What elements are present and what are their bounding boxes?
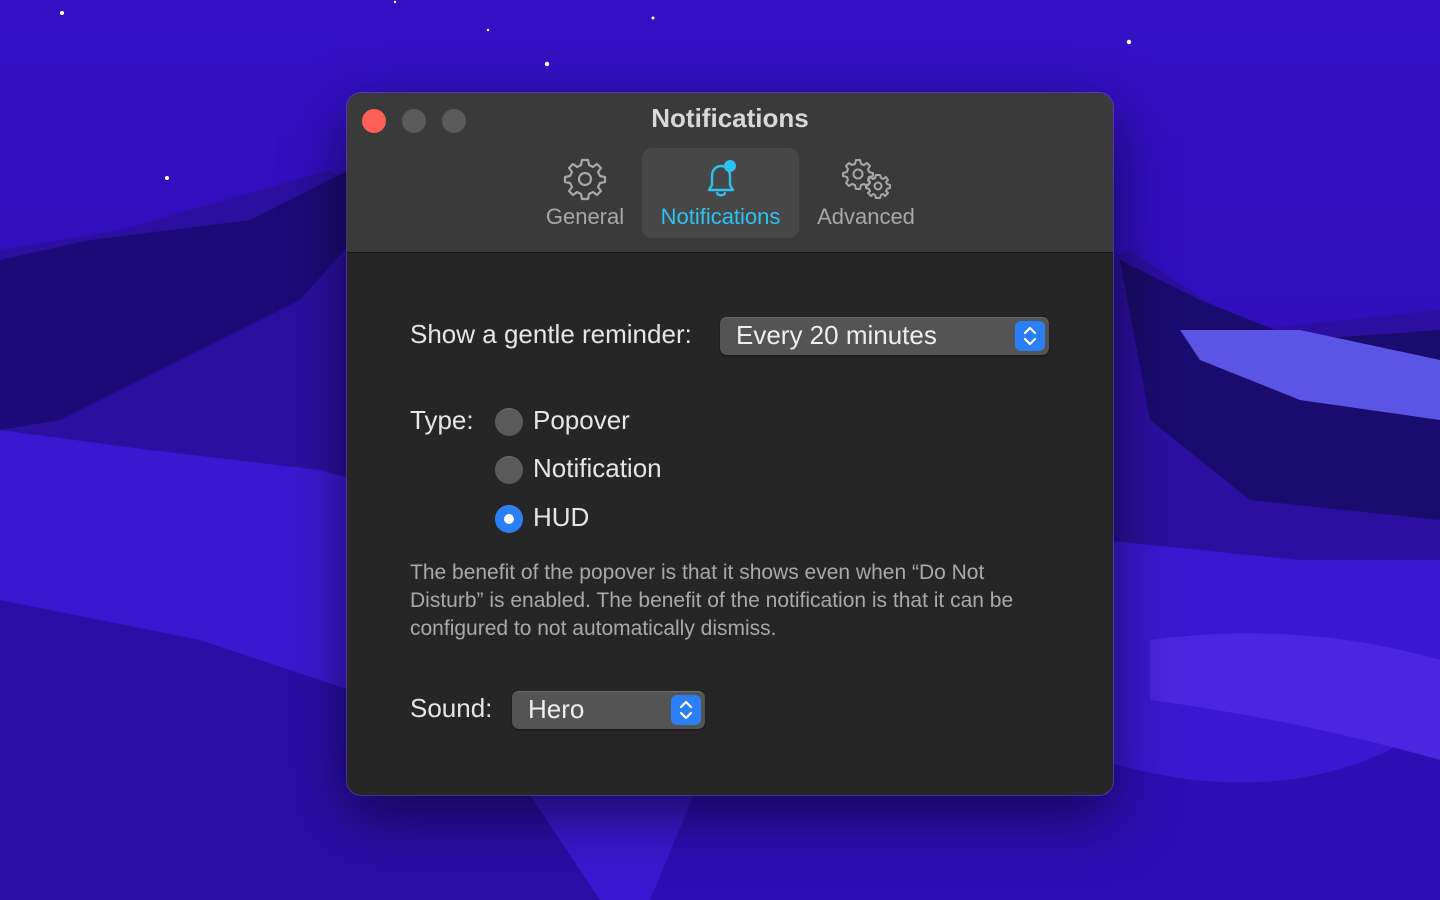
radio-popover-label[interactable]: Popover bbox=[533, 405, 630, 436]
bell-badge-icon bbox=[642, 156, 799, 202]
gears-icon bbox=[807, 156, 925, 202]
preferences-window: Notifications General Notifications Adva… bbox=[347, 93, 1113, 795]
radio-notification-label[interactable]: Notification bbox=[533, 453, 662, 484]
radio-hud-label[interactable]: HUD bbox=[533, 502, 589, 533]
reminder-select[interactable]: Every 20 minutes bbox=[720, 317, 1049, 355]
radio-popover[interactable] bbox=[495, 408, 523, 436]
reminder-select-value: Every 20 minutes bbox=[736, 320, 937, 350]
sound-label: Sound: bbox=[410, 693, 493, 723]
type-help-text: The benefit of the popover is that it sh… bbox=[410, 561, 1014, 640]
tab-notifications-label: Notifications bbox=[660, 204, 781, 229]
gear-icon bbox=[537, 156, 633, 202]
tab-general[interactable]: General bbox=[537, 148, 633, 238]
radio-notification[interactable] bbox=[495, 456, 523, 484]
updown-chevron-icon bbox=[1015, 321, 1045, 351]
titlebar-toolbar: Notifications General Notifications Adva… bbox=[347, 93, 1113, 253]
radio-hud[interactable] bbox=[495, 505, 523, 533]
type-label: Type: bbox=[410, 405, 474, 435]
tab-notifications[interactable]: Notifications bbox=[642, 148, 799, 238]
sound-select[interactable]: Hero bbox=[512, 691, 705, 729]
reminder-label: Show a gentle reminder: bbox=[410, 319, 692, 349]
tab-advanced[interactable]: Advanced bbox=[807, 148, 925, 238]
tab-advanced-label: Advanced bbox=[817, 204, 915, 229]
sound-select-value: Hero bbox=[528, 694, 585, 724]
tab-general-label: General bbox=[545, 204, 625, 229]
window-title: Notifications bbox=[651, 103, 809, 133]
updown-chevron-icon bbox=[671, 695, 701, 725]
